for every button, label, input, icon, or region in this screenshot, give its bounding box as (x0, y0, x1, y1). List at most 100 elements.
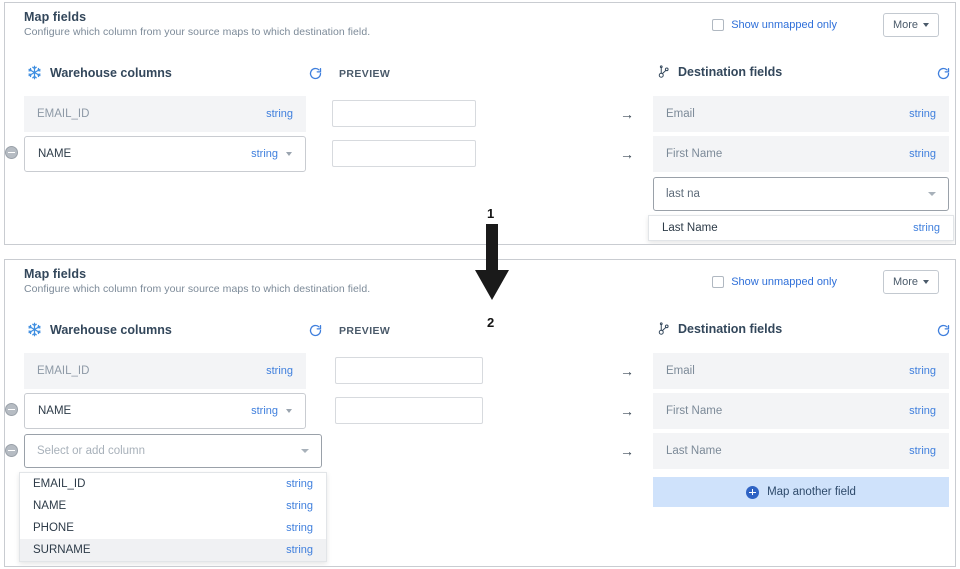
source-column-type: string (266, 365, 293, 377)
show-unmapped-only-label: Show unmapped only (731, 19, 837, 31)
mapping-arrow-icon: → (620, 364, 634, 378)
show-unmapped-only-checkbox[interactable]: Show unmapped only (712, 276, 837, 288)
destination-field-suggestions-menu[interactable]: Last Name string (648, 215, 954, 241)
destination-field-name: First Name (666, 148, 909, 160)
menu-item-label: PHONE (33, 522, 74, 534)
preview-value-box (335, 357, 483, 384)
menu-item-type: string (286, 500, 313, 512)
annotation-step-1: 1 (487, 206, 494, 221)
destination-row-first-name[interactable]: First Name string (653, 393, 949, 429)
preview-value-box (332, 140, 476, 167)
source-row-name[interactable]: NAME string (24, 136, 306, 172)
mapping-arrow-icon: → (620, 147, 634, 161)
destination-field-type: string (909, 405, 936, 417)
source-column-type: string (251, 405, 278, 417)
source-column-select-input[interactable]: Select or add column (24, 434, 322, 468)
menu-item-label: Last Name (662, 222, 718, 234)
destination-field-type: string (909, 108, 936, 120)
mapping-arrow-icon: → (620, 444, 634, 458)
menu-item-type: string (913, 222, 940, 234)
destination-field-name: Email (666, 365, 909, 377)
warehouse-columns-header: Warehouse columns (27, 322, 172, 337)
plus-circle-icon (746, 486, 759, 499)
menu-item-type: string (286, 522, 313, 534)
preview-label: PREVIEW (339, 325, 390, 337)
destination-field-name: Email (666, 108, 909, 120)
refresh-source-icon[interactable] (308, 323, 323, 338)
chevron-down-icon[interactable] (286, 152, 292, 156)
show-unmapped-only-label: Show unmapped only (731, 276, 837, 288)
source-row-name[interactable]: NAME string (24, 393, 306, 429)
source-column-type: string (266, 108, 293, 120)
menu-item-label: SURNAME (33, 544, 91, 556)
more-button[interactable]: More (883, 270, 939, 294)
page-title: Map fields (24, 10, 86, 24)
menu-item-name[interactable]: NAME string (20, 495, 326, 517)
destination-fields-title: Destination fields (678, 322, 782, 336)
refresh-destination-icon[interactable] (936, 66, 951, 81)
hubspot-sprocket-icon (656, 65, 670, 79)
show-unmapped-only-checkbox[interactable]: Show unmapped only (712, 19, 837, 31)
source-column-name: EMAIL_ID (37, 108, 266, 120)
mapping-arrow-icon: → (620, 107, 634, 121)
checkbox-box[interactable] (712, 276, 724, 288)
page-subtitle: Configure which column from your source … (24, 26, 370, 38)
destination-field-search-input[interactable]: last na (653, 177, 949, 211)
source-row-email-id: EMAIL_ID string (24, 353, 306, 389)
menu-item-phone[interactable]: PHONE string (20, 517, 326, 539)
warehouse-columns-title: Warehouse columns (50, 66, 172, 80)
more-button[interactable]: More (883, 13, 939, 37)
destination-fields-header: Destination fields (656, 322, 782, 336)
more-button-label: More (893, 276, 918, 288)
source-column-options-menu[interactable]: EMAIL_ID string NAME string PHONE string… (19, 472, 327, 562)
snowflake-icon (27, 65, 42, 80)
source-column-name: NAME (38, 405, 251, 417)
destination-field-name: Last Name (666, 445, 909, 457)
source-column-type: string (251, 148, 278, 160)
menu-item-type: string (286, 544, 313, 556)
destination-row-email[interactable]: Email string (653, 96, 949, 132)
menu-item-surname[interactable]: SURNAME string (20, 539, 326, 561)
menu-item-last-name[interactable]: Last Name string (649, 216, 953, 240)
map-fields-panel-step-1: Map fields Configure which column from y… (4, 2, 956, 245)
source-row-email-id: EMAIL_ID string (24, 96, 306, 132)
destination-field-name: First Name (666, 405, 909, 417)
destination-field-type: string (909, 148, 936, 160)
destination-row-first-name[interactable]: First Name string (653, 136, 949, 172)
warehouse-columns-title: Warehouse columns (50, 323, 172, 337)
mapping-arrow-icon: → (620, 404, 634, 418)
refresh-destination-icon[interactable] (936, 323, 951, 338)
destination-row-last-name[interactable]: Last Name string (653, 433, 949, 469)
destination-field-search-value: last na (666, 188, 928, 200)
preview-value-box (335, 397, 483, 424)
menu-item-label: EMAIL_ID (33, 478, 85, 490)
screenshot-root: Map fields Configure which column from y… (0, 0, 960, 569)
destination-row-email[interactable]: Email string (653, 353, 949, 389)
menu-item-label: NAME (33, 500, 66, 512)
page-title: Map fields (24, 267, 86, 281)
destination-fields-header: Destination fields (656, 65, 782, 79)
remove-mapping-handle[interactable] (5, 146, 18, 159)
checkbox-box[interactable] (712, 19, 724, 31)
source-column-select-placeholder: Select or add column (37, 445, 301, 457)
menu-item-type: string (286, 478, 313, 490)
chevron-down-icon (923, 23, 929, 27)
source-column-name: NAME (38, 148, 251, 160)
destination-field-type: string (909, 445, 936, 457)
refresh-source-icon[interactable] (308, 66, 323, 81)
source-column-name: EMAIL_ID (37, 365, 266, 377)
menu-item-email-id[interactable]: EMAIL_ID string (20, 473, 326, 495)
hubspot-sprocket-icon (656, 322, 670, 336)
annotation-step-2: 2 (487, 315, 494, 330)
preview-label: PREVIEW (339, 68, 390, 80)
down-arrow-icon (472, 224, 512, 309)
chevron-down-icon[interactable] (301, 449, 309, 453)
chevron-down-icon[interactable] (286, 409, 292, 413)
remove-mapping-handle[interactable] (5, 403, 18, 416)
snowflake-icon (27, 322, 42, 337)
more-button-label: More (893, 19, 918, 31)
destination-field-type: string (909, 365, 936, 377)
map-another-field-button[interactable]: Map another field (653, 477, 949, 507)
chevron-down-icon[interactable] (928, 192, 936, 196)
remove-mapping-handle[interactable] (5, 444, 18, 457)
